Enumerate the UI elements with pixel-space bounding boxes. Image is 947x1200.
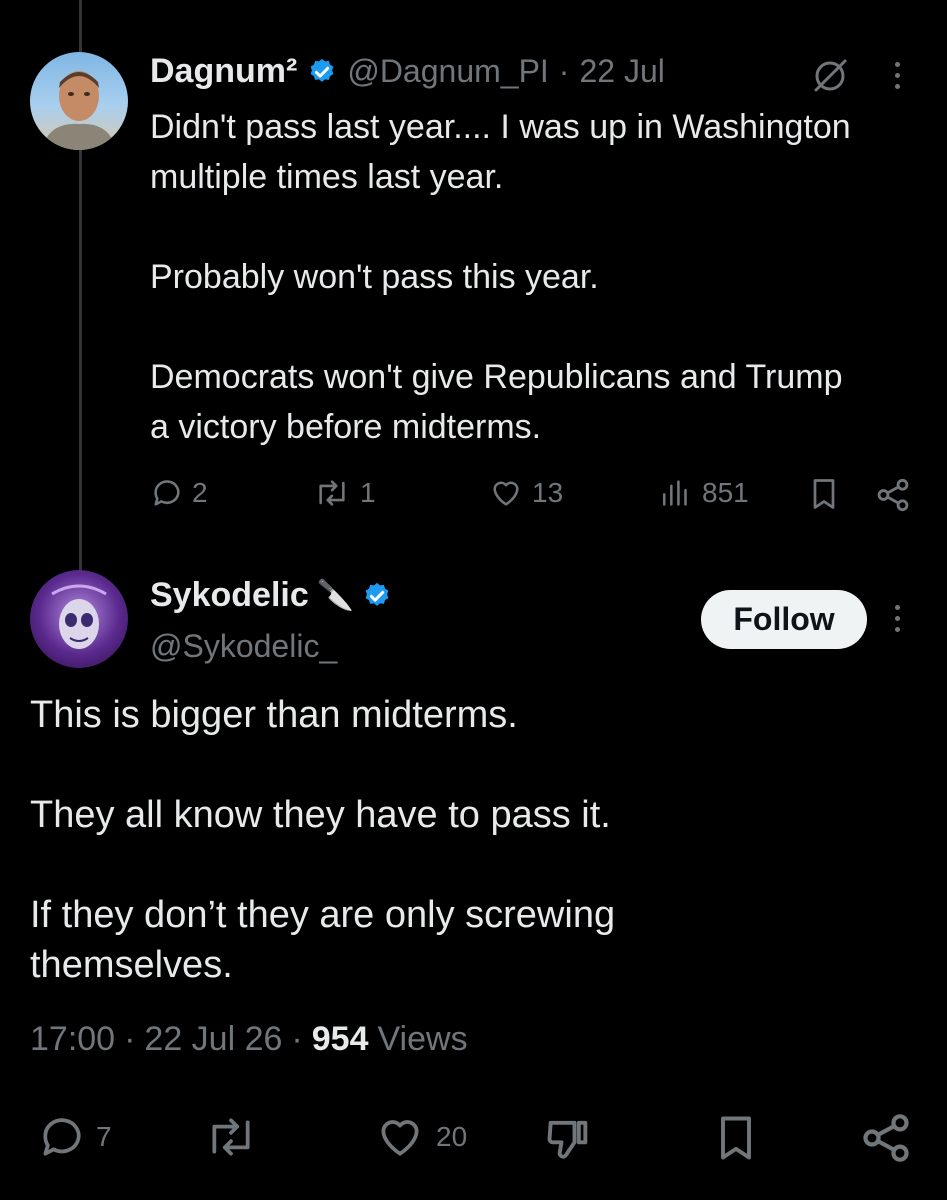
verified-badge-icon	[365, 582, 389, 606]
follow-button[interactable]: Follow	[701, 590, 867, 649]
main-bookmark-icon[interactable]	[710, 1112, 762, 1164]
tweet-date[interactable]: 22 Jul 26	[144, 1020, 282, 1059]
like-icon	[381, 1120, 419, 1156]
parent-date[interactable]: 22 Jul	[579, 53, 664, 90]
dislike-icon[interactable]	[540, 1112, 596, 1164]
views-label: Views	[377, 1020, 468, 1058]
main-repost-icon[interactable]	[200, 1112, 262, 1162]
parent-display-name[interactable]: Dagnum²	[150, 52, 297, 91]
main-display-name[interactable]: Sykodelic	[150, 576, 309, 615]
parent-repost-button[interactable]: 1	[312, 476, 376, 510]
parent-share-icon[interactable]	[874, 476, 912, 514]
reply-icon	[43, 1118, 81, 1156]
main-reply-count: 7	[96, 1121, 112, 1152]
parent-more-icon[interactable]	[894, 62, 902, 95]
reply-icon	[154, 480, 180, 506]
main-share-icon[interactable]	[858, 1110, 914, 1166]
main-reply-button[interactable]: 7	[36, 1112, 112, 1162]
skull-mask-icon	[51, 584, 107, 649]
main-tweet-text: This is bigger than midterms. They all k…	[30, 694, 616, 986]
main-more-icon[interactable]	[894, 605, 902, 638]
main-handle[interactable]: @Sykodelic_	[150, 628, 337, 665]
sykodelic-avatar[interactable]	[30, 570, 128, 668]
verified-badge-icon	[310, 58, 334, 82]
views-count: 954	[311, 1020, 369, 1058]
header-separator: ·	[558, 53, 570, 89]
parent-reply-button[interactable]: 2	[150, 476, 208, 510]
grok-icon[interactable]	[810, 56, 850, 96]
parent-like-button[interactable]: 13	[488, 476, 563, 510]
parent-tweet-text: Didn't pass last year.... I was up in Wa…	[150, 108, 851, 446]
meta-separator: ·	[124, 1020, 136, 1058]
main-tweet-header: Sykodelic 🔪	[150, 576, 392, 615]
repost-icon	[319, 480, 345, 506]
views-icon	[662, 480, 687, 506]
meta-separator: ·	[291, 1020, 303, 1058]
knife-emoji: 🔪	[316, 579, 355, 612]
parent-views-count: 851	[702, 477, 749, 508]
parent-tweet-header: Dagnum² @Dagnum_PI · 22 Jul	[150, 52, 665, 91]
parent-bookmark-icon[interactable]	[806, 476, 842, 512]
person-photo-icon	[42, 71, 116, 150]
tweet-time[interactable]: 17:00	[30, 1020, 115, 1059]
main-like-count: 20	[436, 1121, 468, 1152]
main-like-button[interactable]: 20	[372, 1112, 467, 1162]
dagnum-avatar[interactable]	[30, 52, 128, 150]
tweet-meta-row: 17:00 · 22 Jul 26 · 954 Views	[30, 1020, 468, 1059]
parent-reply-count: 2	[192, 477, 208, 508]
parent-repost-count: 1	[360, 477, 376, 508]
parent-views-button[interactable]: 851	[660, 476, 749, 510]
parent-handle[interactable]: @Dagnum_PI	[347, 53, 548, 90]
parent-like-count: 13	[532, 477, 564, 508]
like-icon	[493, 481, 519, 506]
